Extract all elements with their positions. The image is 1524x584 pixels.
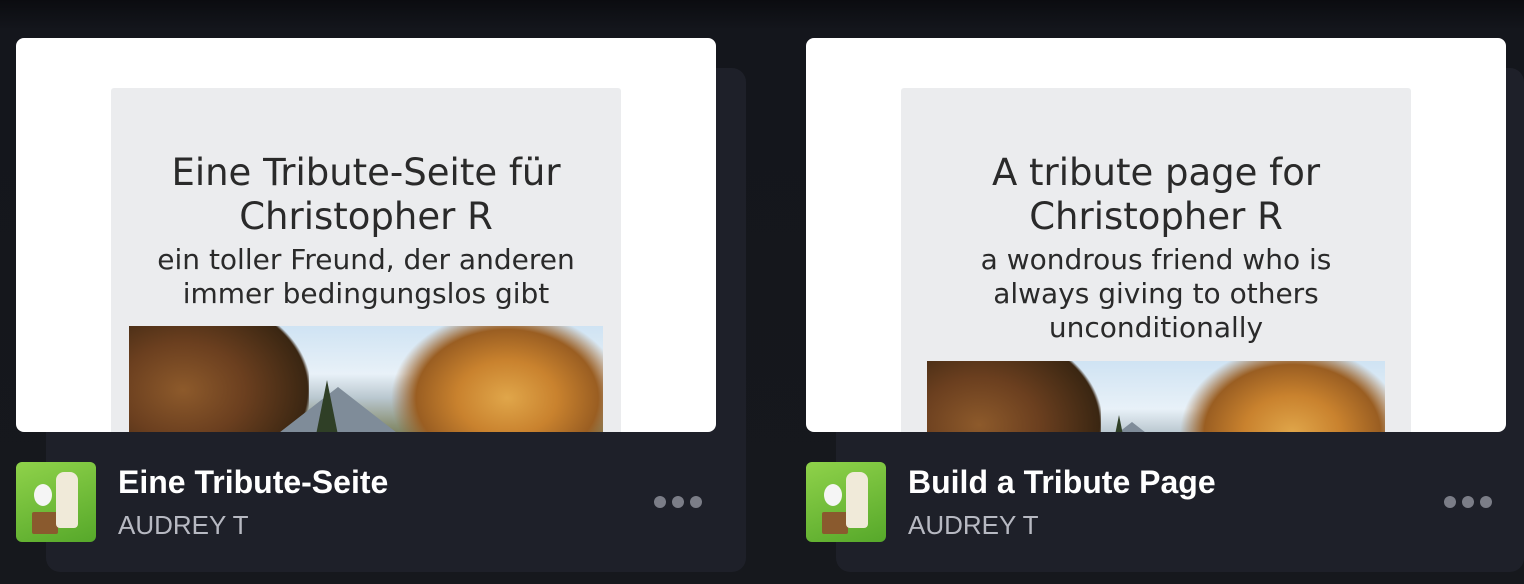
author-avatar[interactable]: [16, 462, 96, 542]
dot-icon: [654, 496, 666, 508]
author-avatar[interactable]: [806, 462, 886, 542]
dot-icon: [672, 496, 684, 508]
card-title[interactable]: Eine Tribute-Seite: [118, 462, 388, 502]
card-author[interactable]: AUDREY T: [118, 508, 249, 542]
card-preview[interactable]: Eine Tribute-Seite für Christopher R ein…: [16, 38, 716, 432]
dot-icon: [690, 496, 702, 508]
preview-subtitle: ein toller Freund, der anderen immer bed…: [157, 243, 575, 310]
more-options-icon[interactable]: [1442, 490, 1494, 514]
preview-subtitle: a wondrous friend who is always giving t…: [980, 243, 1332, 344]
more-options-icon[interactable]: [652, 490, 704, 514]
card-preview[interactable]: A tribute page for Christopher R a wondr…: [806, 38, 1506, 432]
preview-photo: [927, 361, 1385, 432]
card-author[interactable]: AUDREY T: [908, 508, 1039, 542]
project-card[interactable]: Eine Tribute-Seite für Christopher R ein…: [16, 38, 746, 572]
project-card[interactable]: A tribute page for Christopher R a wondr…: [806, 38, 1524, 572]
dot-icon: [1480, 496, 1492, 508]
card-title[interactable]: Build a Tribute Page: [908, 462, 1216, 502]
preview-photo: [129, 326, 603, 432]
dot-icon: [1462, 496, 1474, 508]
preview-title: A tribute page for Christopher R: [991, 151, 1321, 238]
dot-icon: [1444, 496, 1456, 508]
preview-title: Eine Tribute-Seite für Christopher R: [171, 151, 561, 238]
